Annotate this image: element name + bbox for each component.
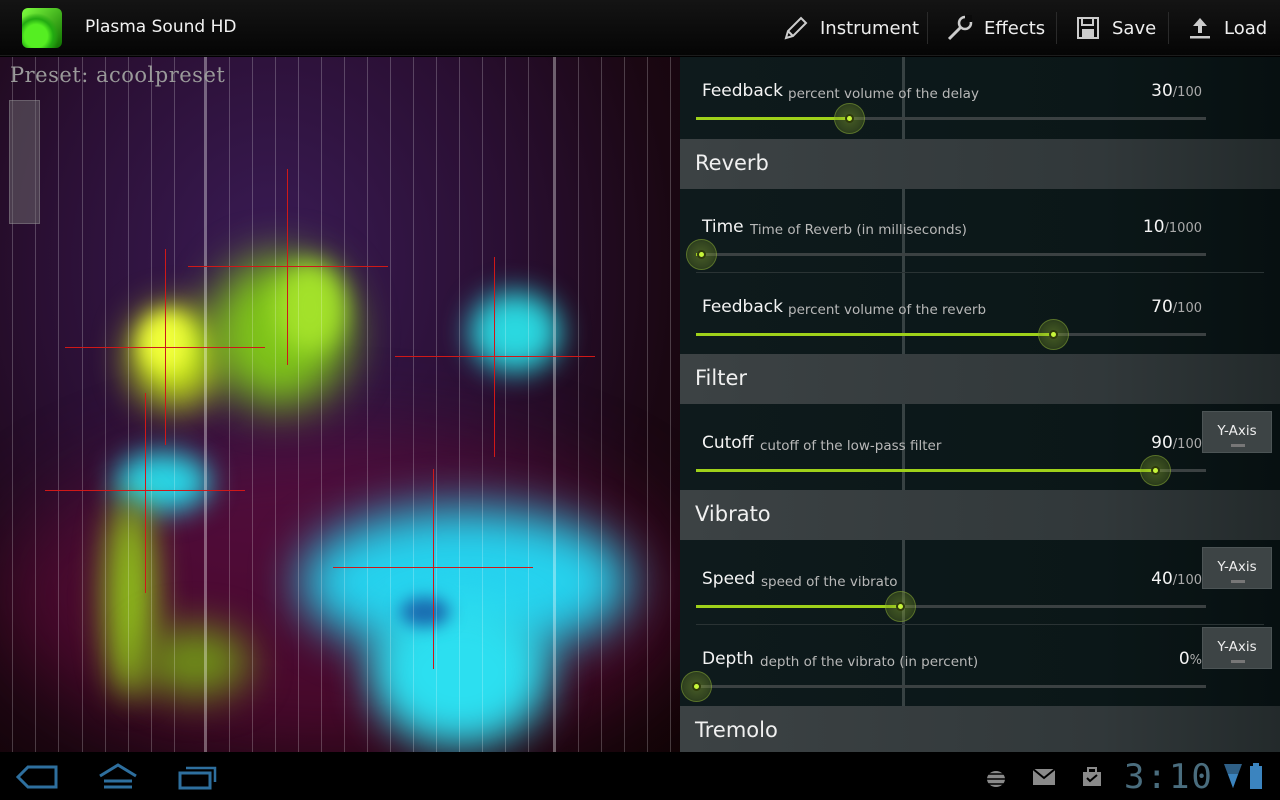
setting-value: 0%	[1178, 649, 1202, 669]
battery-icon	[1249, 762, 1263, 794]
section-title: Filter	[695, 366, 748, 390]
slider-thumb[interactable]	[681, 671, 712, 702]
action-bar: Plasma Sound HD Instrument Effects Save …	[0, 0, 1280, 56]
setting-value: 30/100	[1151, 81, 1202, 101]
depth-y-axis-button[interactable]: Y-Axis	[1202, 627, 1272, 669]
setting-description: Time of Reverb (in milliseconds)	[750, 222, 967, 238]
setting-name: Cutoff	[702, 433, 754, 453]
vibrato-depth-row: Depth depth of the vibrato (in percent) …	[680, 625, 1280, 705]
clock[interactable]: 3:10	[1124, 757, 1214, 797]
setting-description: depth of the vibrato (in percent)	[760, 654, 979, 670]
instrument-label: Instrument	[820, 17, 920, 39]
plasma-touch-surface[interactable]: Preset: acoolpreset	[0, 57, 680, 752]
save-button[interactable]: Save	[1064, 0, 1166, 56]
android-icon[interactable]	[983, 766, 1009, 792]
effects-button[interactable]: Effects	[936, 0, 1055, 56]
load-label: Load	[1224, 17, 1268, 39]
section-title: Vibrato	[695, 502, 771, 526]
setting-value: 40/100	[1151, 569, 1202, 589]
vibrato-speed-row: Speed speed of the vibrato 40/100 Y-Axis	[680, 545, 1280, 625]
section-title: Reverb	[695, 151, 769, 175]
section-header-reverb: Reverb	[680, 139, 1280, 189]
market-icon[interactable]	[1081, 765, 1103, 791]
slider-thumb[interactable]	[885, 591, 916, 622]
upload-icon	[1186, 14, 1214, 42]
back-icon[interactable]	[15, 764, 58, 794]
pen-icon	[782, 14, 810, 42]
setting-value: 10/1000	[1142, 217, 1202, 237]
reverb-time-row: Time Time of Reverb (in milliseconds) 10…	[680, 193, 1280, 273]
delay-feedback-slider[interactable]	[696, 103, 1206, 134]
effects-settings-panel[interactable]: Feedback percent volume of the delay 30/…	[680, 57, 1280, 752]
save-icon	[1074, 14, 1102, 42]
slider-thumb[interactable]	[1140, 455, 1171, 486]
home-icon[interactable]	[96, 762, 140, 794]
setting-name: Feedback	[702, 81, 783, 101]
cutoff-y-axis-button[interactable]: Y-Axis	[1202, 411, 1272, 453]
setting-name: Depth	[702, 649, 754, 669]
setting-value: 70/100	[1151, 297, 1202, 317]
wifi-icon	[1223, 762, 1243, 794]
setting-value: 90/100	[1151, 433, 1202, 453]
instrument-button[interactable]: Instrument	[772, 0, 929, 56]
section-title: Tremolo	[695, 718, 778, 742]
app-icon[interactable]	[22, 8, 62, 48]
setting-description: speed of the vibrato	[761, 574, 898, 590]
setting-description: percent volume of the reverb	[788, 302, 987, 318]
reverb-feedback-slider[interactable]	[696, 319, 1206, 350]
system-bar: 3:10	[0, 752, 1280, 800]
slider-thumb[interactable]	[686, 239, 718, 270]
slider-thumb[interactable]	[1038, 319, 1069, 350]
wrench-icon	[946, 14, 974, 42]
filter-cutoff-slider[interactable]	[696, 455, 1206, 486]
setting-name: Feedback	[702, 297, 783, 317]
preset-label: Preset: acoolpreset	[10, 63, 226, 87]
setting-name: Speed	[702, 569, 756, 589]
drawer-handle[interactable]	[9, 100, 40, 224]
recent-apps-icon[interactable]	[178, 764, 218, 794]
effects-label: Effects	[984, 17, 1046, 39]
section-header-tremolo: Tremolo	[680, 706, 1280, 752]
reverb-time-slider[interactable]	[686, 239, 1206, 270]
save-label: Save	[1112, 17, 1157, 39]
slider-thumb[interactable]	[834, 103, 865, 134]
setting-name: Time	[702, 217, 744, 237]
reverb-feedback-row: Feedback percent volume of the reverb 70…	[680, 273, 1280, 353]
load-button[interactable]: Load	[1176, 0, 1277, 56]
delay-feedback-row: Feedback percent volume of the delay 30/…	[680, 57, 1280, 137]
app-title: Plasma Sound HD	[85, 17, 237, 37]
section-header-vibrato: Vibrato	[680, 490, 1280, 540]
speed-y-axis-button[interactable]: Y-Axis	[1202, 547, 1272, 589]
filter-cutoff-row: Cutoff cutoff of the low-pass filter 90/…	[680, 409, 1280, 489]
vibrato-depth-slider[interactable]	[681, 671, 1206, 702]
setting-description: percent volume of the delay	[788, 86, 979, 102]
section-header-filter: Filter	[680, 354, 1280, 404]
vibrato-speed-slider[interactable]	[696, 591, 1206, 622]
mail-icon[interactable]	[1032, 768, 1056, 790]
setting-description: cutoff of the low-pass filter	[760, 438, 942, 454]
